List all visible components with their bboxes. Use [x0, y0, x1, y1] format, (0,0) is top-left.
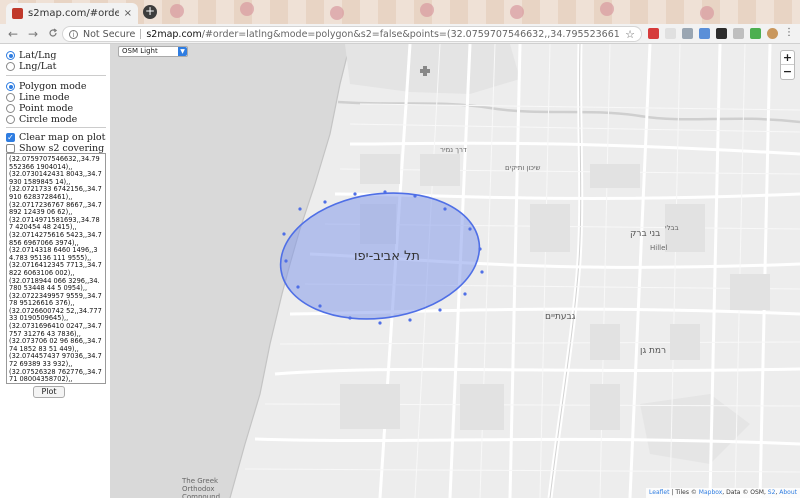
attribution-text: , Data © OSM, [722, 489, 768, 496]
map-view[interactable]: תל אביב-יפו בני ברק גבעתיים רמת גן The G… [110, 44, 800, 498]
radio-label: Line mode [19, 92, 70, 103]
radio-line-mode[interactable]: Line mode [6, 92, 70, 103]
bookmark-star-icon[interactable]: ☆ [625, 28, 635, 41]
checkbox-label: Clear map on plot [19, 132, 106, 143]
url-text[interactable]: s2map.com/#order=latlng&mode=polygon&s2=… [146, 29, 620, 40]
radio-button[interactable] [6, 93, 15, 102]
zoom-out-button[interactable]: − [781, 65, 794, 79]
radio-polygon-mode[interactable]: Polygon mode [6, 81, 87, 92]
radio-button[interactable] [6, 62, 15, 71]
radio-label: Point mode [19, 103, 74, 114]
info-icon[interactable]: i [69, 29, 78, 39]
radio-label: Lng/Lat [19, 61, 57, 72]
radio-button[interactable] [6, 82, 15, 91]
checkmark-icon[interactable]: ✓ [6, 133, 15, 142]
control-panel: Lat/Lng Lng/Lat Polygon mode Line mode P… [0, 44, 110, 498]
street-label: בבלי [665, 224, 679, 232]
extension-icon[interactable] [750, 28, 761, 39]
district-label: רמת גן [640, 346, 667, 356]
divider [140, 29, 142, 39]
avatar[interactable] [767, 28, 778, 39]
radio-lnglat[interactable]: Lng/Lat [6, 61, 57, 72]
layer-select[interactable]: OSM Light ▼ [118, 46, 188, 57]
url-host: s2map.com [146, 28, 202, 40]
zoom-control: + − [780, 50, 795, 80]
decorative-flower [510, 5, 524, 19]
radio-button[interactable] [6, 51, 15, 60]
url-path: /#order=latlng&mode=polygon&s2=false&poi… [201, 28, 620, 40]
decorative-flower [600, 2, 614, 16]
decorative-flower [700, 6, 714, 20]
reload-icon[interactable] [46, 27, 60, 41]
checkbox-clear-map[interactable]: ✓ Clear map on plot [6, 132, 105, 143]
attribution-text: | Tiles © [669, 489, 699, 496]
radio-button[interactable] [6, 115, 15, 124]
decorative-flower [330, 6, 344, 20]
district-label: גבעתיים [545, 312, 576, 322]
chevron-down-icon: ▼ [178, 47, 187, 56]
new-tab-button[interactable]: + [143, 5, 157, 19]
browser-tab-strip: s2map.com/#order=latlng&mo × + [0, 0, 800, 24]
browser-tab[interactable]: s2map.com/#order=latlng&mo × [6, 3, 138, 24]
street-label: שיכון ותיקים [505, 164, 541, 172]
district-label: בני ברק [630, 229, 661, 239]
not-secure-label: Not Secure [83, 28, 136, 40]
radio-label: Polygon mode [19, 81, 87, 92]
favicon-icon [12, 8, 23, 19]
divider [6, 75, 106, 76]
radio-circle-mode[interactable]: Circle mode [6, 114, 77, 125]
tab-title: s2map.com/#order=latlng&mo [28, 8, 119, 19]
decorative-flower [420, 3, 434, 17]
extension-icon[interactable] [665, 28, 676, 39]
radio-latlng[interactable]: Lat/Lng [6, 50, 57, 61]
extension-icon[interactable] [648, 28, 659, 39]
points-textarea[interactable]: (32.0759707546632,,34.79552366 1904014),… [6, 153, 106, 384]
extensions-bar: ⋮ [648, 28, 795, 39]
menu-icon[interactable]: ⋮ [784, 28, 795, 39]
map-tiles [110, 44, 800, 498]
plot-button[interactable]: Plot [33, 386, 65, 398]
checkbox-box[interactable] [6, 144, 15, 153]
browser-toolbar: ← → i Not Secure s2map.com/#order=latlng… [0, 24, 800, 44]
street-label: דרך נמיר [440, 146, 467, 154]
extension-icon[interactable] [733, 28, 744, 39]
radio-label: Circle mode [19, 114, 78, 125]
zoom-in-button[interactable]: + [781, 51, 794, 65]
radio-point-mode[interactable]: Point mode [6, 103, 73, 114]
mapbox-link[interactable]: Mapbox [699, 489, 723, 496]
map-attribution: Leaflet | Tiles © Mapbox, Data © OSM, S2… [646, 488, 800, 498]
extension-icon[interactable] [682, 28, 693, 39]
layer-select-value: OSM Light [122, 47, 158, 55]
decorative-flower [240, 2, 254, 16]
decorative-flower [170, 4, 184, 18]
street-label: Hillel [650, 244, 668, 252]
radio-label: Lat/Lng [19, 50, 57, 61]
extension-icon[interactable] [716, 28, 727, 39]
leaflet-link[interactable]: Leaflet [649, 489, 669, 496]
extension-icon[interactable] [699, 28, 710, 39]
close-tab-icon[interactable]: × [124, 8, 132, 19]
radio-button[interactable] [6, 104, 15, 113]
about-link[interactable]: About [779, 489, 797, 496]
address-bar[interactable]: i Not Secure s2map.com/#order=latlng&mod… [62, 26, 642, 42]
back-icon[interactable]: ← [6, 27, 20, 41]
forward-icon[interactable]: → [26, 27, 40, 41]
city-label: תל אביב-יפו [354, 249, 420, 264]
place-label: The Greek Orthodox Compound [182, 477, 221, 498]
divider [6, 127, 106, 128]
